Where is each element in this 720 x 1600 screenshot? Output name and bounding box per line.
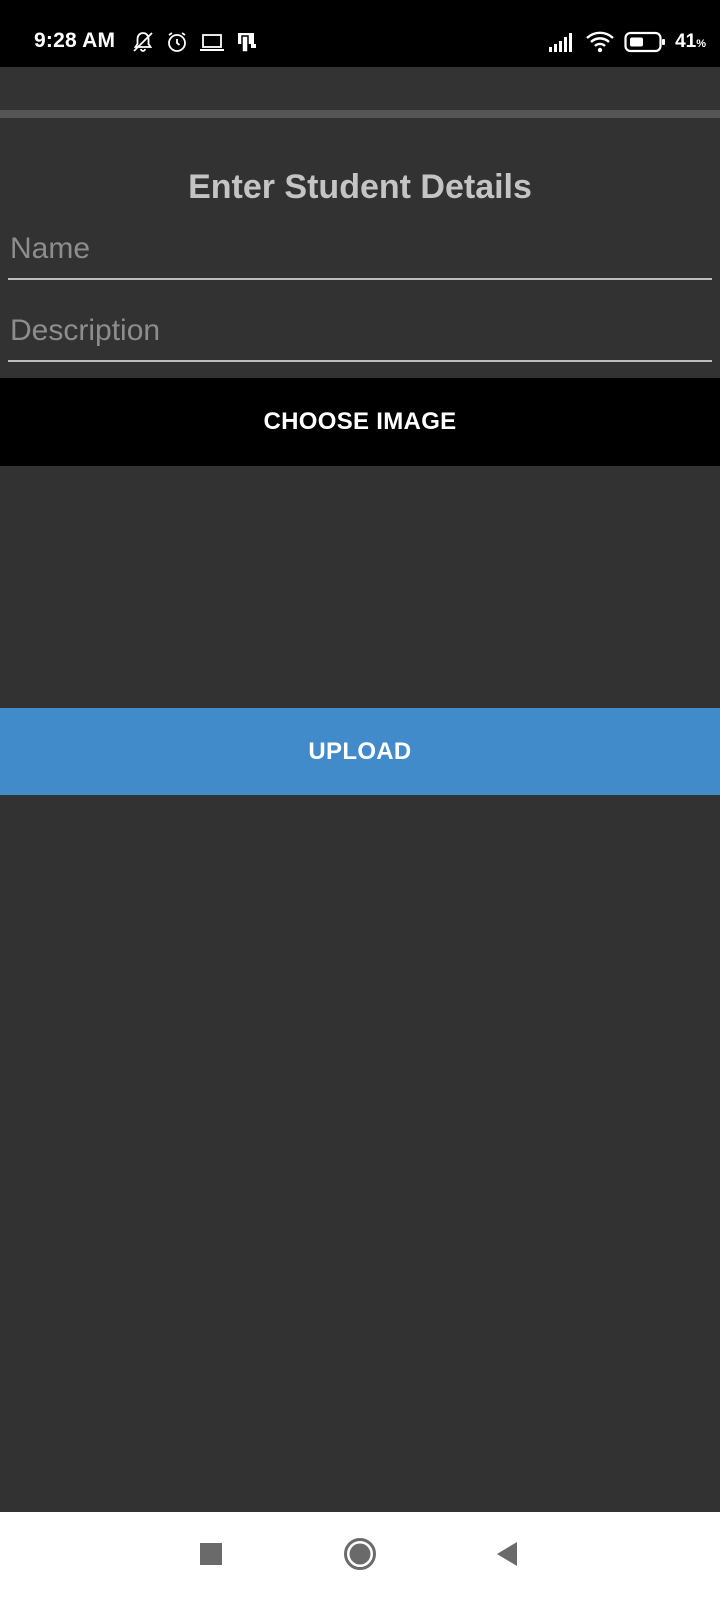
cast-icon — [235, 30, 259, 54]
status-time: 9:28 AM — [34, 29, 116, 52]
laptop-icon — [199, 30, 225, 54]
recents-icon — [200, 1542, 222, 1570]
battery-icon — [624, 31, 666, 53]
battery-percent: 41% — [675, 31, 706, 52]
name-field-container — [8, 226, 712, 280]
bell-off-icon — [131, 30, 155, 54]
back-icon — [495, 1541, 519, 1572]
form-title: Enter Student Details — [188, 168, 532, 206]
home-button[interactable] — [338, 1534, 382, 1578]
home-icon — [343, 1537, 377, 1576]
status-icons-right: 41% — [548, 29, 706, 55]
back-button[interactable] — [485, 1534, 529, 1578]
name-input[interactable] — [8, 226, 712, 280]
alarm-icon — [165, 30, 189, 54]
signal-icon — [548, 31, 576, 53]
navigation-bar — [0, 1512, 720, 1600]
status-icons-left — [131, 29, 259, 55]
app-bar — [0, 67, 720, 110]
upload-button[interactable]: UPLOAD — [0, 708, 720, 795]
choose-image-button[interactable]: CHOOSE IMAGE — [0, 378, 720, 466]
description-input[interactable] — [8, 308, 712, 362]
app-bar-divider — [0, 110, 720, 118]
recents-button[interactable] — [189, 1534, 233, 1578]
description-field-container — [8, 308, 712, 362]
status-bar: 9:28 AM 41% — [0, 0, 720, 67]
wifi-icon — [585, 30, 615, 54]
